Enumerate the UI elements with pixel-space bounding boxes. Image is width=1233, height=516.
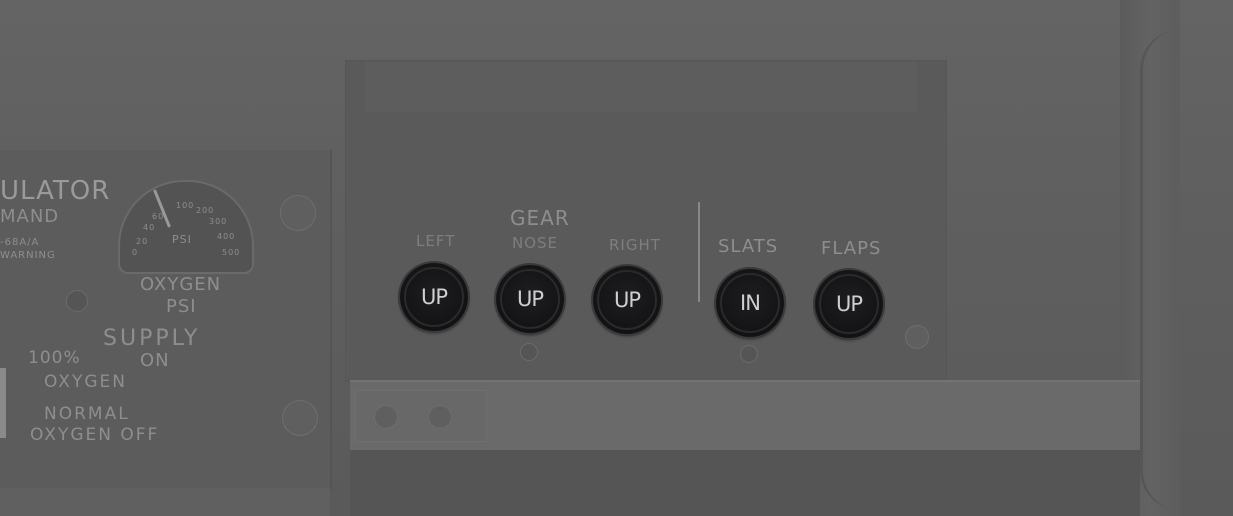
screw-icon — [428, 405, 452, 429]
gauge-tick-label: 400 — [217, 232, 236, 241]
oxygen-lever-handle[interactable] — [0, 368, 6, 438]
slats-indicator-value: IN — [720, 273, 780, 333]
regulator-warning: WARNING — [0, 250, 56, 261]
panel-divider — [698, 202, 700, 302]
regulator-title: ULATOR — [0, 176, 111, 206]
supply-on-label: ON — [140, 350, 170, 371]
gauge-tick-label: 20 — [136, 237, 149, 246]
gauge-caption-psi: PSI — [166, 296, 197, 317]
screw-icon — [520, 343, 538, 361]
gauge-tick-label: 500 — [222, 248, 241, 257]
oxygen-100-label: 100% — [28, 348, 81, 368]
nose-gear-indicator-value: UP — [500, 269, 560, 329]
flaps-indicator-value: UP — [819, 274, 879, 334]
flaps-indicator: UP — [815, 270, 883, 338]
left-gear-indicator-value: UP — [404, 267, 464, 327]
knob-icon[interactable] — [66, 290, 88, 312]
regulator-model: -68A/A — [0, 237, 40, 248]
normal-mode-label: NORMAL — [44, 404, 130, 424]
gauge-unit-label: PSI — [172, 233, 192, 246]
gauge-tick-label: 300 — [209, 217, 228, 226]
cockpit-panel-scene: ULATOR MAND -68A/A WARNING 0 20 40 60 10… — [0, 0, 1233, 516]
nose-gear-indicator: UP — [496, 265, 564, 333]
indicator-label-flaps: FLAPS — [821, 238, 882, 259]
indicator-label-nose: NOSE — [512, 234, 559, 252]
oxygen-mode-label: OXYGEN — [44, 372, 127, 392]
gauge-tick-label: 100 — [176, 201, 195, 210]
lower-rail-shadow — [350, 450, 1140, 516]
indicator-label-right: RIGHT — [609, 236, 661, 254]
screw-icon — [374, 405, 398, 429]
regulator-subtitle: MAND — [0, 206, 60, 227]
gauge-caption-oxygen: OXYGEN — [140, 274, 222, 295]
screw-icon — [280, 195, 316, 231]
indicator-label-left: LEFT — [416, 232, 456, 250]
screw-icon — [740, 345, 758, 363]
gauge-tick-label: 200 — [196, 206, 215, 215]
left-gear-indicator: UP — [400, 263, 468, 331]
right-gear-indicator-value: UP — [597, 270, 657, 330]
supply-label: SUPPLY — [103, 326, 201, 351]
screw-icon — [282, 400, 318, 436]
canopy-frame-curve — [1140, 30, 1223, 510]
gauge-tick-label: 40 — [143, 223, 156, 232]
gauge-tick-label: 0 — [132, 248, 139, 257]
right-gear-indicator: UP — [593, 266, 661, 334]
screw-icon — [905, 325, 929, 349]
slats-indicator: IN — [716, 269, 784, 337]
gear-panel-upper-plate — [365, 62, 917, 112]
left-panel-base — [0, 488, 330, 516]
oxygen-off-label: OXYGEN OFF — [30, 425, 160, 445]
gear-group-title: GEAR — [510, 206, 570, 230]
indicator-label-slats: SLATS — [718, 236, 779, 257]
